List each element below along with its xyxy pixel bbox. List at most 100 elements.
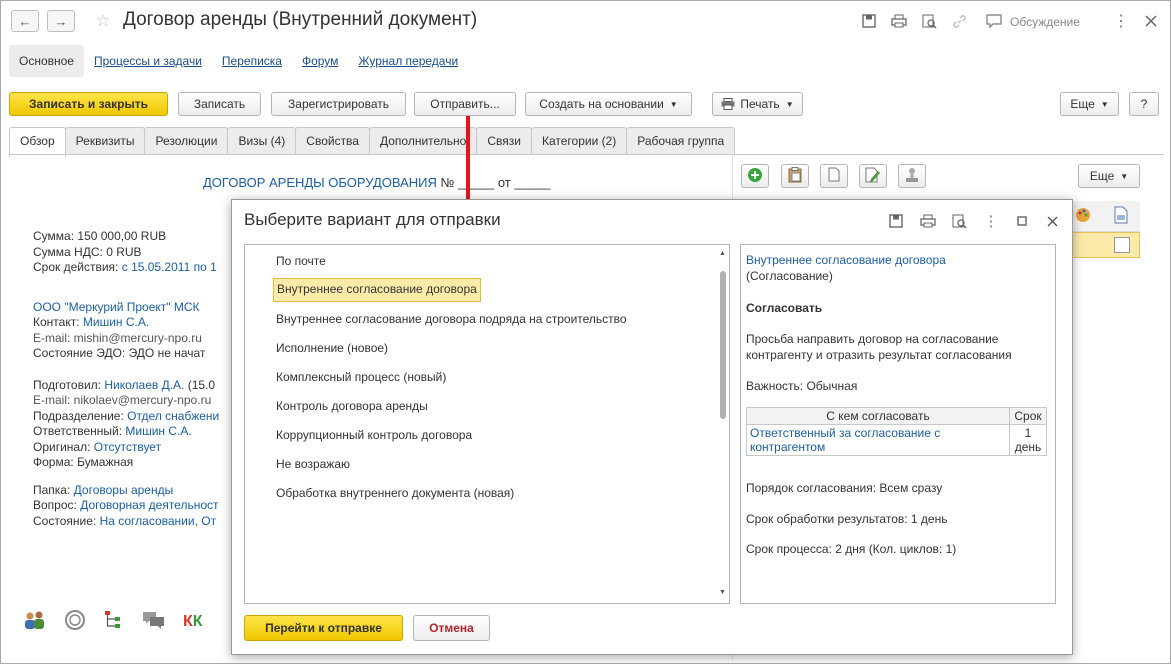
section-forum[interactable]: Форум	[292, 45, 348, 77]
dialog-close-icon[interactable]	[1042, 211, 1062, 231]
stamp-tool-button[interactable]	[898, 164, 926, 188]
discussion-label[interactable]: Обсуждение	[1010, 15, 1080, 29]
tab-overview[interactable]: Обзор	[9, 127, 66, 157]
right-more-button[interactable]: Еще ▼	[1078, 164, 1140, 188]
option-complex-process[interactable]: Комплексный процесс (новый)	[273, 366, 449, 388]
doc-heading-suffix: № _____ от _____	[440, 175, 551, 190]
favorite-star-icon[interactable]: ☆	[93, 11, 113, 31]
chat-icon[interactable]	[141, 609, 167, 634]
option-no-objection[interactable]: Не возражаю	[273, 453, 353, 475]
importance-value: Обычная	[806, 379, 858, 393]
save-and-close-button[interactable]: Записать и закрыть	[9, 92, 168, 116]
organization-link[interactable]: ООО "Меркурий Проект" МСК	[33, 300, 219, 316]
tab-work-group[interactable]: Рабочая группа	[626, 127, 736, 155]
palette-icon[interactable]	[1074, 206, 1092, 227]
link-icon[interactable]	[949, 11, 969, 31]
tab-links[interactable]: Связи	[476, 127, 532, 155]
discussion-icon[interactable]	[984, 11, 1004, 31]
email-1: E-mail: mishin@mercury-npo.ru	[33, 330, 202, 345]
forward-button[interactable]: →	[47, 10, 75, 32]
edit-button[interactable]	[859, 164, 887, 188]
options-scrollbar[interactable]: ▲ ▼	[717, 247, 727, 601]
section-processes[interactable]: Процессы и задачи	[84, 45, 212, 77]
scroll-up-icon[interactable]: ▲	[719, 250, 726, 257]
hierarchy-icon[interactable]	[103, 609, 125, 634]
new-document-button[interactable]	[820, 164, 848, 188]
stamp-icon[interactable]	[63, 609, 87, 634]
section-main[interactable]: Основное	[9, 45, 84, 77]
print-icon[interactable]	[889, 11, 909, 31]
state-value[interactable]: На согласовании, От	[100, 514, 217, 528]
section-correspondence[interactable]: Переписка	[212, 45, 292, 77]
folder-value[interactable]: Договоры аренды	[74, 483, 174, 497]
print-button[interactable]: Печать ▼	[712, 92, 803, 116]
info-process-term: Срок процесса: 2 дня (Кол. циклов: 1)	[746, 541, 956, 557]
contact-value[interactable]: Мишин С.А.	[83, 315, 149, 329]
tab-categories[interactable]: Категории (2)	[530, 127, 628, 155]
option-execution-new[interactable]: Исполнение (новое)	[273, 337, 391, 359]
term-value[interactable]: с 15.05.2011 по 1	[122, 260, 217, 274]
clipboard-icon	[788, 166, 802, 186]
option-rent-contract-control[interactable]: Контроль договора аренды	[273, 395, 431, 417]
more-button[interactable]: Еще ▼	[1060, 92, 1119, 116]
selected-row[interactable]	[1070, 232, 1140, 258]
dialog-print-icon[interactable]	[918, 211, 938, 231]
tab-requisites[interactable]: Реквизиты	[64, 127, 146, 155]
option-by-mail[interactable]: По почте	[273, 250, 329, 272]
create-based-button[interactable]: Создать на основании ▼	[525, 92, 692, 116]
responsible-value[interactable]: Мишин С.А.	[125, 424, 191, 438]
go-to-send-button[interactable]: Перейти к отправке	[244, 615, 403, 641]
scroll-thumb[interactable]	[720, 271, 726, 419]
option-info-panel: Внутреннее согласование договора (Соглас…	[740, 244, 1056, 604]
processing-label: Срок обработки результатов:	[746, 512, 908, 526]
cancel-button[interactable]: Отмена	[413, 615, 490, 641]
tab-bar: Обзор Реквизиты Резолюции Визы (4) Свойс…	[9, 127, 736, 157]
option-internal-contract-approval[interactable]: Внутреннее согласование договора	[273, 278, 481, 302]
document-icon	[828, 167, 840, 185]
dept-value[interactable]: Отдел снабжени	[127, 409, 219, 423]
original-value[interactable]: Отсутствует	[94, 440, 161, 454]
chevron-down-icon: ▼	[669, 99, 678, 109]
help-button[interactable]: ?	[1129, 92, 1159, 116]
kk-icon[interactable]: КК	[183, 613, 203, 631]
preview-icon[interactable]	[919, 11, 939, 31]
row-who[interactable]: Ответственный за согласование с контраге…	[746, 424, 1010, 456]
term-label: Срок действия:	[33, 260, 119, 274]
file-icon[interactable]	[1114, 206, 1128, 227]
print-label: Печать	[740, 97, 780, 111]
send-button[interactable]: Отправить...	[414, 92, 516, 116]
dialog-preview-icon[interactable]	[949, 211, 969, 231]
prepared-value[interactable]: Николаев Д.А.	[104, 378, 184, 392]
dialog-maximize-icon[interactable]	[1012, 211, 1032, 231]
tab-visas[interactable]: Визы (4)	[227, 127, 297, 155]
add-button[interactable]	[741, 164, 769, 188]
save-button[interactable]: Записать	[178, 92, 261, 116]
section-transfer-log[interactable]: Журнал передачи	[348, 45, 468, 77]
close-icon[interactable]	[1141, 11, 1161, 31]
chevron-down-icon: ▼	[785, 99, 794, 109]
overview-fields: Сумма: 150 000,00 RUB Сумма НДС: 0 RUB С…	[33, 229, 219, 529]
option-internal-doc-processing[interactable]: Обработка внутреннего документа (новая)	[273, 482, 517, 504]
dialog-kebab-icon[interactable]: ⋮	[981, 211, 1001, 231]
users-icon[interactable]	[23, 609, 47, 634]
vat-value: 0 RUB	[106, 244, 142, 259]
email-2: E-mail: nikolaev@mercury-npo.ru	[33, 393, 212, 407]
sum-label: Сумма:	[33, 229, 75, 243]
question-value[interactable]: Договорная деятельност	[80, 498, 218, 512]
option-corruption-control[interactable]: Коррупционный контроль договора	[273, 424, 475, 446]
back-button[interactable]: ←	[11, 10, 39, 32]
tab-properties[interactable]: Свойства	[295, 127, 370, 155]
tab-resolutions[interactable]: Резолюции	[144, 127, 229, 155]
save-icon[interactable]	[859, 11, 879, 31]
info-link[interactable]: Внутреннее согласование договора	[746, 252, 1046, 268]
register-button[interactable]: Зарегистрировать	[271, 92, 406, 116]
scroll-down-icon[interactable]: ▼	[719, 589, 726, 596]
prepared-suffix: (15.0	[187, 377, 216, 392]
info-description: Просьба направить договор на согласовани…	[746, 332, 1012, 362]
row-checkbox[interactable]	[1114, 237, 1130, 253]
option-internal-construction-approval[interactable]: Внутреннее согласование договора подряда…	[273, 308, 630, 330]
kebab-menu-icon[interactable]: ⋮	[1111, 11, 1131, 31]
paste-button[interactable]	[781, 164, 809, 188]
plus-circle-icon	[747, 167, 763, 186]
dialog-save-icon[interactable]	[886, 211, 906, 231]
